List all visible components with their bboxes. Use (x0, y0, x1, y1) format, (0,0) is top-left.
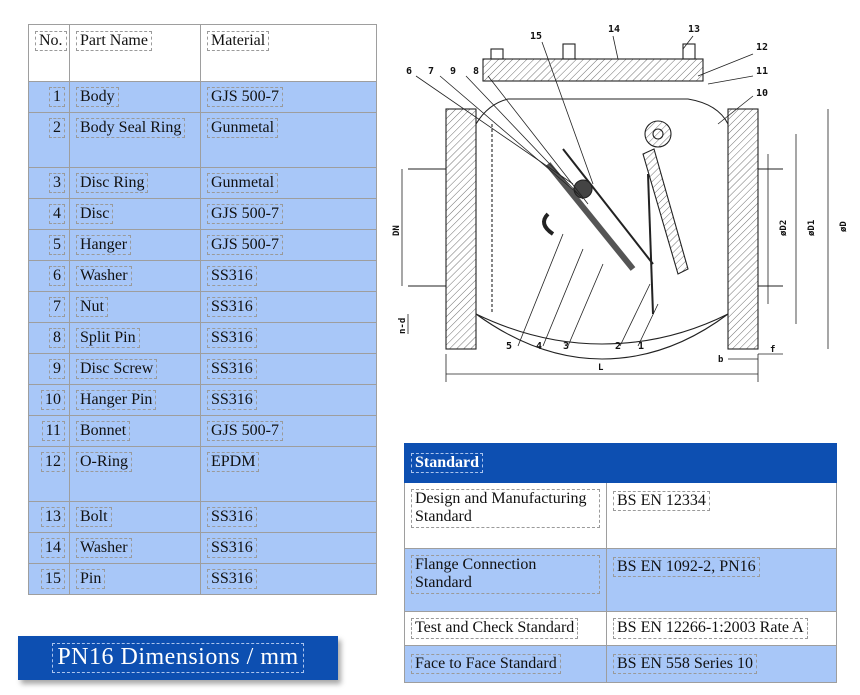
callout-11: 11 (756, 66, 768, 77)
callout-12: 12 (756, 42, 768, 53)
callout-5: 5 (506, 341, 512, 352)
table-row: 1 Body GJS 500-7 (28, 81, 377, 113)
dim-f: f (770, 345, 775, 355)
standards-table: Standard Design and Manufacturing Standa… (404, 443, 837, 683)
dim-d: øD (839, 221, 849, 232)
valve-section-drawing: 6 7 9 8 15 14 13 12 11 10 5 4 3 2 1 DN n… (392, 24, 849, 382)
standards-header-row: Standard (404, 443, 837, 483)
table-row: 15 Pin SS316 (28, 563, 377, 595)
callout-14: 14 (608, 24, 620, 35)
parts-table: No. Part Name Material 1 Body GJS 500-7 2B… (28, 24, 377, 595)
table-row: 13 Bolt SS316 (28, 501, 377, 533)
callout-8: 8 (473, 66, 479, 77)
table-row: 10 Hanger Pin SS316 (28, 384, 377, 416)
callout-6: 6 (406, 66, 412, 77)
header-material: Material (200, 24, 377, 82)
dim-l: L (598, 363, 604, 373)
table-row: 9 Disc Screw SS316 (28, 353, 377, 385)
table-row: 2 Body Seal Ring Gunmetal (28, 112, 377, 168)
table-row: Face to Face Standard BS EN 558 Series 1… (404, 645, 837, 683)
dim-nd: n-d (398, 318, 408, 334)
callout-1: 1 (638, 341, 644, 352)
dim-d2: øD2 (779, 220, 789, 236)
table-row: Test and Check Standard BS EN 12266-1:20… (404, 611, 837, 646)
table-row: 6 Washer SS316 (28, 260, 377, 292)
standards-title: Standard (404, 443, 837, 483)
dim-d1: øD1 (807, 220, 817, 236)
table-row: 8 Split Pin SS316 (28, 322, 377, 354)
dimensions-banner: PN16 Dimensions / mm (18, 636, 338, 680)
dim-b: b (718, 355, 724, 365)
parts-header-row: No. Part Name Material (28, 24, 377, 82)
callout-15: 15 (530, 31, 542, 42)
callout-9: 9 (450, 66, 456, 77)
table-row: Design and Manufacturing Standard BS EN … (404, 482, 837, 549)
dim-dn: DN (392, 225, 402, 236)
table-row: 12 O-Ring EPDM (28, 446, 377, 502)
header-no: No. (28, 24, 70, 82)
callout-4: 4 (536, 341, 542, 352)
callout-7: 7 (428, 66, 434, 77)
table-row: 11 Bonnet GJS 500-7 (28, 415, 377, 447)
header-part-name: Part Name (69, 24, 201, 82)
banner-text: PN16 Dimensions / mm (52, 643, 304, 673)
table-row: Flange Connection Standard BS EN 1092-2,… (404, 548, 837, 612)
valve-body-outline (408, 43, 783, 360)
table-row: 5 Hanger GJS 500-7 (28, 229, 377, 261)
callout-3: 3 (563, 341, 569, 352)
callout-13: 13 (688, 24, 700, 35)
callout-10: 10 (756, 88, 768, 99)
callout-2: 2 (615, 341, 621, 352)
table-row: 3 Disc Ring Gunmetal (28, 167, 377, 199)
table-row: 4 Disc GJS 500-7 (28, 198, 377, 230)
table-row: 7 Nut SS316 (28, 291, 377, 323)
table-row: 14 Washer SS316 (28, 532, 377, 564)
